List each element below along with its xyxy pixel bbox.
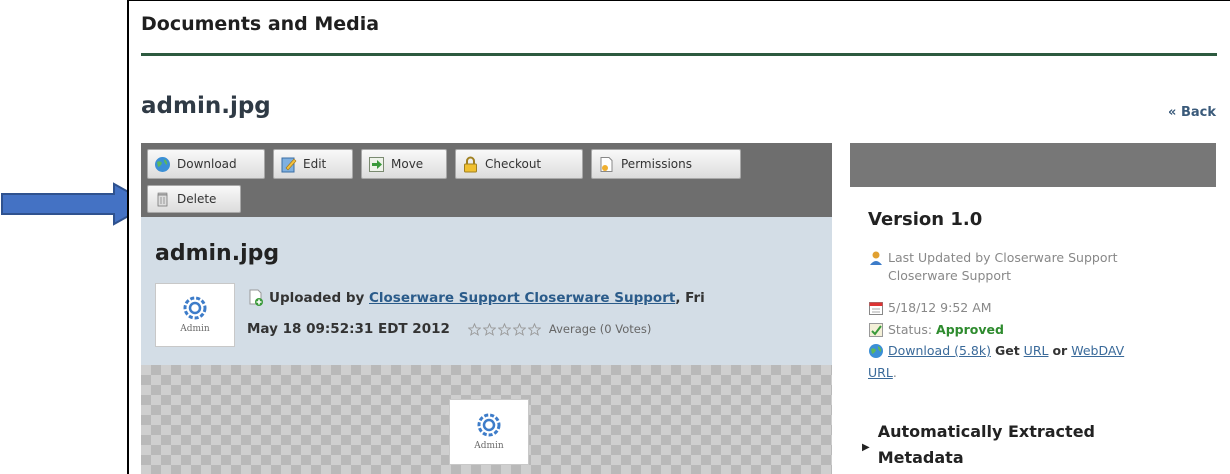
rating-stars[interactable] xyxy=(467,322,543,336)
star-icon[interactable] xyxy=(497,322,511,336)
checkout-button[interactable]: Checkout xyxy=(455,149,583,179)
back-link[interactable]: « Back xyxy=(1168,105,1216,120)
version-date: 5/18/12 9:52 AM xyxy=(888,300,992,315)
move-button[interactable]: Move xyxy=(361,149,447,179)
star-icon[interactable] xyxy=(512,322,526,336)
version-title: Version 1.0 xyxy=(868,209,983,230)
file-info-panel: admin.jpg Admin Uploaded by Closerware S… xyxy=(141,217,832,365)
preview-label: Admin xyxy=(474,441,504,451)
download-link[interactable]: Download (5.8k) xyxy=(888,343,991,358)
move-icon xyxy=(368,156,385,173)
delete-button[interactable]: Delete xyxy=(147,185,241,213)
star-icon[interactable] xyxy=(527,322,541,336)
status-value: Approved xyxy=(936,322,1004,337)
edit-icon xyxy=(280,156,297,173)
download-label: Download xyxy=(177,157,237,171)
upload-date-start: , Fri xyxy=(675,290,705,306)
thumbnail-label: Admin xyxy=(180,324,210,334)
preview-image[interactable]: Admin xyxy=(449,399,529,465)
action-toolbar: Download Edit Move Checkout Permissions … xyxy=(141,143,832,217)
upload-date: May 18 09:52:31 EDT 2012 xyxy=(247,321,450,337)
star-icon[interactable] xyxy=(467,322,481,336)
webdav-link[interactable]: WebDAV xyxy=(1071,343,1124,358)
user-icon xyxy=(870,251,882,265)
permissions-icon xyxy=(598,156,615,173)
edit-button[interactable]: Edit xyxy=(273,149,353,179)
status-label: Status: xyxy=(888,322,933,337)
webdav-url-link[interactable]: URL xyxy=(868,365,893,380)
version-sidebar: Version 1.0 Last Updated by Closerware S… xyxy=(850,143,1216,474)
upload-date-line: May 18 09:52:31 EDT 2012 Average (0 Vote… xyxy=(247,321,651,337)
globe-icon xyxy=(869,344,883,358)
last-updated-line2: Closerware Support xyxy=(888,268,1012,283)
metadata-heading-line2: Metadata xyxy=(877,448,964,467)
image-preview: Admin xyxy=(141,365,832,474)
gear-icon xyxy=(477,413,501,437)
uploaded-by-text: Uploaded by xyxy=(269,290,365,306)
documents-media-portlet: Documents and Media admin.jpg « Back Dow… xyxy=(127,0,1230,474)
uploaded-by-line: Uploaded by Closerware Support Closerwar… xyxy=(247,289,705,307)
url-link[interactable]: URL xyxy=(1024,343,1049,358)
sidebar-header xyxy=(850,143,1216,187)
get-text: Get xyxy=(994,343,1020,358)
permissions-button[interactable]: Permissions xyxy=(591,149,741,179)
download-row-cont: URL. xyxy=(868,364,897,382)
title-divider xyxy=(141,53,1217,56)
uploader-link[interactable]: Closerware Support Closerware Support xyxy=(369,290,675,306)
download-button[interactable]: Download xyxy=(147,149,265,179)
globe-icon xyxy=(154,156,171,173)
lock-icon xyxy=(462,156,479,173)
permissions-label: Permissions xyxy=(621,157,692,171)
or-text: or xyxy=(1052,343,1068,358)
document-heading: admin.jpg xyxy=(141,93,271,119)
metadata-toggle[interactable]: ▶ Automatically Extracted Metadata xyxy=(862,419,1095,471)
star-icon[interactable] xyxy=(482,322,496,336)
download-row: Download (5.8k) Get URL or WebDAV xyxy=(868,342,1208,360)
expand-triangle-icon: ▶ xyxy=(862,442,870,453)
file-title: admin.jpg xyxy=(155,241,280,266)
delete-label: Delete xyxy=(177,192,217,206)
file-thumbnail[interactable]: Admin xyxy=(155,283,235,347)
rating-average: Average (0 Votes) xyxy=(548,322,652,336)
document-details: Download Edit Move Checkout Permissions … xyxy=(141,143,832,474)
status-icon xyxy=(869,323,883,337)
portlet-title: Documents and Media xyxy=(141,13,380,35)
trash-icon xyxy=(154,191,171,208)
gear-icon xyxy=(183,296,207,320)
move-label: Move xyxy=(391,157,424,171)
status-row: Status: Approved xyxy=(868,321,1004,339)
last-updated-row: Last Updated by Closerware Support Close… xyxy=(868,249,1118,285)
last-updated-line1: Last Updated by Closerware Support xyxy=(888,250,1118,265)
calendar-icon xyxy=(869,302,883,315)
trailing-period: . xyxy=(892,365,897,380)
document-add-icon xyxy=(249,289,263,306)
metadata-heading-line1: Automatically Extracted xyxy=(877,422,1095,441)
edit-label: Edit xyxy=(303,157,327,171)
date-row: 5/18/12 9:52 AM xyxy=(868,299,992,317)
checkout-label: Checkout xyxy=(485,157,542,171)
